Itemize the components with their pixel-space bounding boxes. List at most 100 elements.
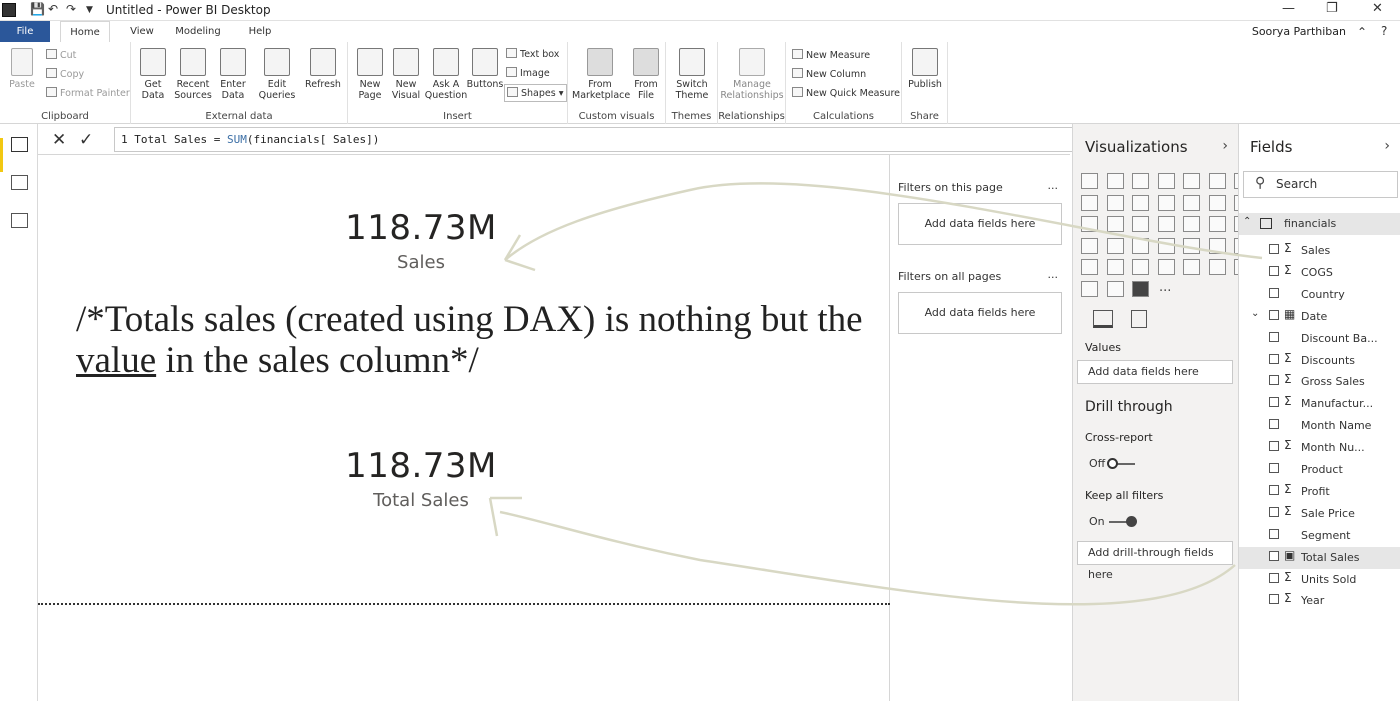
field-checkbox[interactable] — [1269, 287, 1279, 298]
from-marketplace-button[interactable]: From Marketplace — [572, 48, 630, 101]
new-column-button[interactable]: New Column — [792, 68, 866, 80]
field-checkbox[interactable] — [1269, 331, 1279, 342]
visual-type-icon[interactable] — [1208, 216, 1226, 232]
values-drop-well[interactable]: Add data fields here — [1077, 360, 1233, 384]
field-item[interactable]: Σ Gross Sales — [1239, 371, 1400, 393]
report-view-icon[interactable] — [11, 137, 28, 152]
visual-type-icon[interactable] — [1132, 259, 1149, 275]
visual-type-icon[interactable] — [1157, 194, 1175, 211]
field-checkbox[interactable] — [1269, 506, 1279, 517]
image-button[interactable]: Image — [506, 67, 550, 79]
field-checkbox[interactable] — [1269, 572, 1279, 583]
field-item[interactable]: Σ Month Nu... — [1239, 437, 1400, 459]
data-view-icon[interactable] — [11, 175, 28, 190]
expand-date-icon[interactable]: ⌄ — [1251, 308, 1259, 319]
tab-home[interactable]: Home — [60, 21, 110, 42]
field-checkbox[interactable] — [1269, 397, 1279, 408]
visual-type-icon[interactable] — [1183, 194, 1200, 211]
report-canvas[interactable]: 118.73M Sales /*Totals sales (created us… — [38, 155, 890, 701]
field-item[interactable]: Segment — [1239, 525, 1400, 547]
field-item[interactable]: Σ Sales — [1239, 240, 1400, 262]
visual-type-icon[interactable] — [1106, 216, 1124, 232]
field-checkbox[interactable] — [1269, 244, 1279, 254]
field-item[interactable]: Product — [1239, 459, 1400, 481]
paste-button[interactable]: Paste — [6, 48, 38, 90]
new-quick-measure-button[interactable]: New Quick Measure — [792, 87, 900, 99]
visual-type-icon[interactable] — [1081, 194, 1098, 211]
save-icon[interactable]: 💾 — [30, 2, 45, 16]
visual-type-icon[interactable] — [1157, 173, 1175, 189]
visual-type-icon[interactable] — [1106, 173, 1124, 189]
from-file-button[interactable]: From File — [630, 48, 662, 101]
field-item[interactable]: ⌄ ▦ Date — [1239, 306, 1400, 328]
get-data-button[interactable]: Get Data — [135, 48, 171, 101]
redo-icon[interactable]: ↷ — [66, 2, 76, 16]
commit-formula-icon[interactable]: ✓ — [79, 130, 93, 150]
collapse-visualizations-icon[interactable]: › — [1222, 138, 1228, 154]
field-checkbox[interactable] — [1269, 353, 1279, 364]
visual-type-icon[interactable] — [1208, 237, 1226, 254]
fields-search-input[interactable]: ⚲ Search — [1243, 171, 1398, 198]
visual-type-icon[interactable] — [1208, 173, 1226, 189]
field-item[interactable]: ▣ Total Sales — [1239, 546, 1400, 569]
field-item[interactable]: Σ Manufactur... — [1239, 393, 1400, 415]
visual-type-icon[interactable] — [1081, 280, 1098, 297]
page-filters-drop-well[interactable]: Add data fields here — [898, 203, 1062, 245]
visual-type-icon[interactable] — [1081, 259, 1098, 275]
model-view-icon[interactable] — [11, 213, 28, 228]
text-box-button[interactable]: Text box — [506, 48, 559, 60]
tab-view[interactable]: View — [120, 21, 164, 42]
drill-through-drop-well[interactable]: Add drill-through fields here — [1077, 541, 1233, 581]
tab-help[interactable]: Help — [238, 21, 282, 42]
visual-type-icon[interactable] — [1106, 280, 1124, 297]
visual-type-icon[interactable] — [1157, 259, 1175, 275]
ribbon-collapse-icon[interactable]: ⌃ — [1357, 25, 1367, 39]
more-visuals-button[interactable]: ... — [1159, 280, 1171, 295]
visual-type-icon[interactable] — [1208, 259, 1226, 275]
field-checkbox[interactable] — [1269, 528, 1279, 539]
field-item[interactable]: Σ Sale Price — [1239, 503, 1400, 525]
ask-question-button[interactable]: Ask A Question — [424, 48, 468, 101]
enter-data-button[interactable]: Enter Data — [217, 48, 249, 101]
visual-type-icon[interactable] — [1183, 237, 1200, 254]
visual-type-icon[interactable] — [1183, 259, 1200, 275]
visual-type-icon[interactable] — [1157, 237, 1175, 254]
buttons-button[interactable]: Buttons — [466, 48, 504, 90]
field-checkbox[interactable] — [1269, 375, 1279, 386]
user-name[interactable]: Soorya Parthiban — [1252, 25, 1346, 38]
field-item[interactable]: Country — [1239, 284, 1400, 306]
table-financials[interactable]: ⌃ financials — [1239, 213, 1400, 235]
collapse-fields-icon[interactable]: › — [1384, 138, 1390, 154]
new-visual-button[interactable]: New Visual — [390, 48, 422, 101]
visual-type-icon[interactable] — [1157, 216, 1175, 232]
tab-modeling[interactable]: Modeling — [170, 21, 226, 42]
help-icon[interactable]: ? — [1381, 24, 1387, 38]
filters-page-more-button[interactable]: ... — [1048, 179, 1059, 192]
field-item[interactable]: Discount Ba... — [1239, 328, 1400, 350]
visual-type-icon[interactable] — [1132, 173, 1149, 189]
close-icon[interactable]: ✕ — [1372, 1, 1383, 16]
field-item[interactable]: Σ Discounts — [1239, 350, 1400, 372]
copy-button[interactable]: Copy — [46, 68, 84, 80]
visual-type-icon[interactable] — [1081, 216, 1098, 232]
field-checkbox[interactable] — [1269, 309, 1279, 320]
refresh-button[interactable]: Refresh — [305, 48, 341, 90]
fields-tab-icon[interactable] — [1093, 310, 1113, 328]
field-checkbox[interactable] — [1269, 594, 1279, 605]
sales-card[interactable]: 118.73M Sales — [321, 208, 521, 273]
visual-type-icon[interactable] — [1132, 216, 1149, 232]
all-pages-filters-drop-well[interactable]: Add data fields here — [898, 292, 1062, 334]
visual-type-icon[interactable] — [1132, 280, 1149, 297]
switch-theme-button[interactable]: Switch Theme — [672, 48, 712, 101]
maximize-icon[interactable]: ❐ — [1326, 1, 1338, 16]
undo-icon[interactable]: ↶ — [48, 2, 58, 16]
collapse-table-icon[interactable]: ⌃ — [1243, 216, 1251, 227]
field-item[interactable]: Month Name — [1239, 415, 1400, 437]
keep-all-filters-toggle[interactable]: On — [1089, 515, 1137, 528]
visual-type-icon[interactable] — [1106, 237, 1124, 254]
visual-type-icon[interactable] — [1081, 237, 1098, 254]
quick-access-dropdown-icon[interactable]: ▼ — [86, 5, 93, 15]
edit-queries-button[interactable]: Edit Queries — [257, 48, 297, 101]
visual-type-icon[interactable] — [1106, 194, 1124, 211]
visual-type-icon[interactable] — [1081, 173, 1098, 189]
